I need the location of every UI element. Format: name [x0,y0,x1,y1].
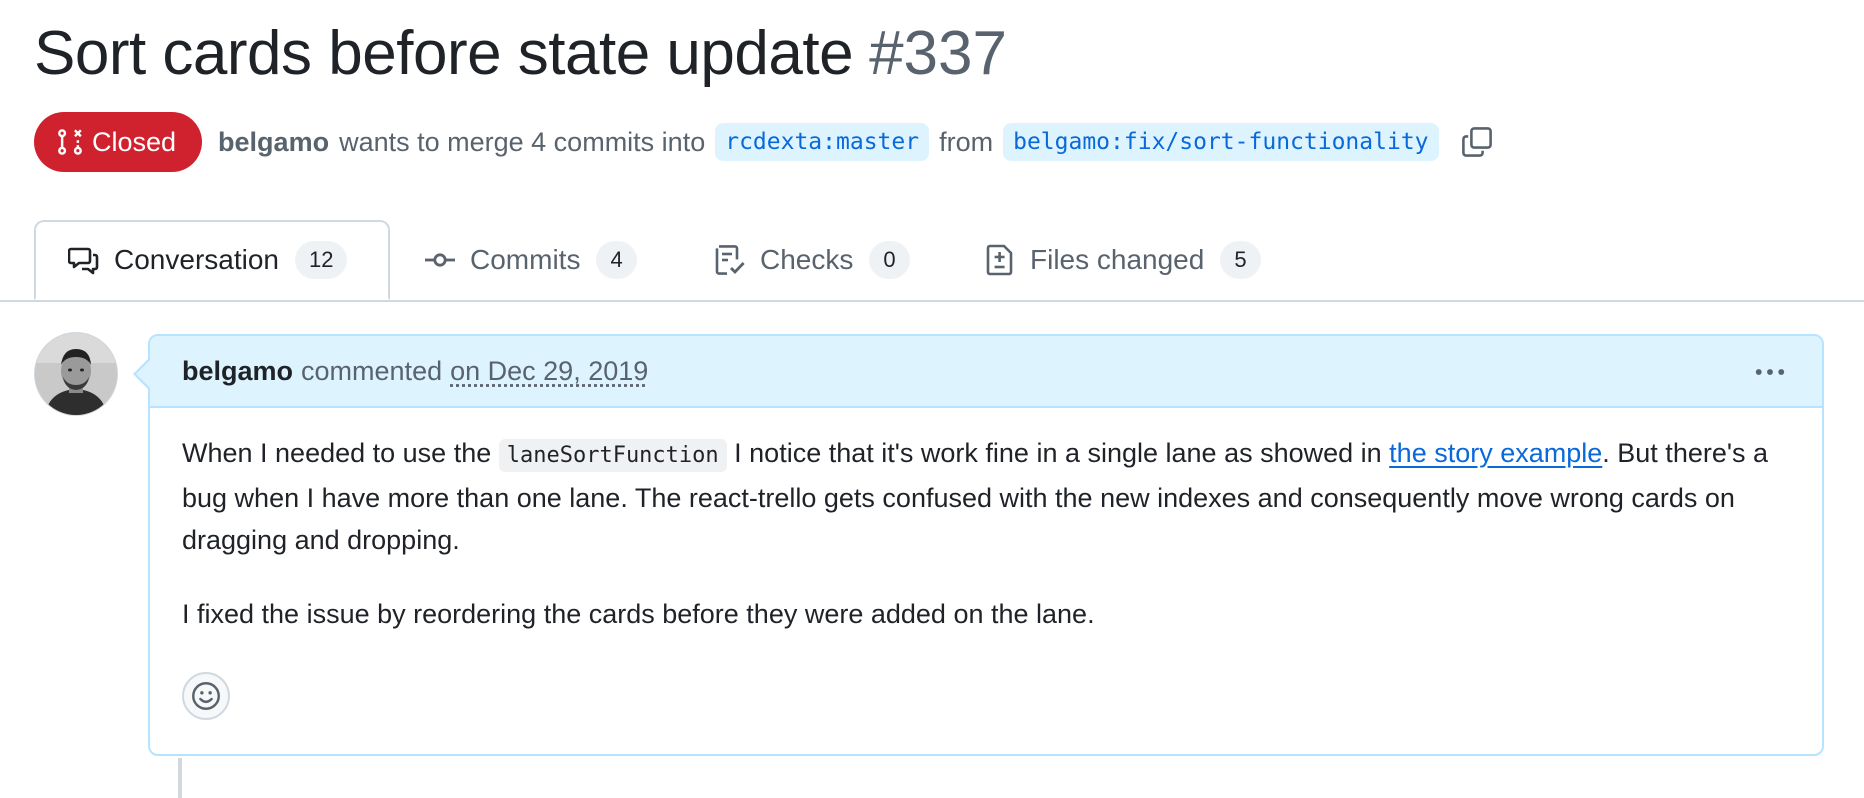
copy-icon [1461,127,1492,157]
pr-title-row: Sort cards before state update #337 [34,18,1007,89]
tab-checks-label: Checks [760,244,854,275]
tab-files-changed-count: 5 [1220,241,1261,279]
comment-action: commented [301,355,443,386]
git-commit-icon [425,253,455,267]
tab-conversation-count: 12 [294,241,348,279]
tab-conversation-label: Conversation [114,244,279,275]
comment-date-link[interactable]: on Dec 29, 2019 [450,356,648,387]
pr-meta: Closed belgamo wants to merge 4 commits … [34,112,1493,172]
head-branch[interactable]: belgamo:fix/sort-functionality [1003,123,1439,161]
tab-files-changed[interactable]: Files changed 5 [984,220,1261,300]
comment-header: belgamo commented on Dec 29, 2019 [150,336,1822,408]
pr-title: Sort cards before state update [34,19,854,88]
comment-body: When I needed to use the laneSortFunctio… [182,432,1792,667]
comment-paragraph-2: I fixed the issue by reordering the card… [182,599,1095,629]
git-pull-request-closed-icon [58,129,82,155]
comment-box: belgamo commented on Dec 29, 2019 When I… [148,334,1824,756]
comment-text: When I needed to use the [182,438,499,468]
tab-commits-label: Commits [470,244,581,275]
smiley-icon [192,682,220,710]
avatar-image [35,333,117,415]
comment-author-link[interactable]: belgamo [182,356,293,387]
pr-tabs: Conversation 12 Commits 4 Checks 0 Files… [0,220,1864,302]
comment-paragraph-1: When I needed to use the laneSortFunctio… [182,432,1792,561]
comment-arrow-inner [136,360,150,388]
state-badge: Closed [34,112,203,172]
inline-code: laneSortFunction [498,439,727,472]
story-example-link[interactable]: the story example [1389,438,1602,468]
merge-text: wants to merge 4 commits into [339,126,706,157]
state-label: Closed [92,126,177,157]
timeline-line [178,758,182,798]
comment-discussion-icon [68,247,99,275]
tab-commits-count: 4 [596,241,637,279]
comment-options-button[interactable] [1752,354,1788,397]
tab-commits[interactable]: Commits 4 [424,220,637,300]
tab-files-changed-label: Files changed [1030,244,1205,275]
from-text: from [939,126,994,157]
comment-text: I notice that it's work fine in a single… [726,438,1390,468]
tab-checks[interactable]: Checks 0 [714,220,910,300]
tab-conversation[interactable]: Conversation 12 [34,220,390,300]
tab-checks-count: 0 [869,241,910,279]
pr-number: #337 [869,19,1008,88]
pr-author-link[interactable]: belgamo [218,127,329,158]
checklist-icon [715,245,745,275]
file-diff-icon [986,244,1013,276]
add-reaction-button[interactable] [182,672,230,720]
kebab-horizontal-icon [1755,369,1785,375]
avatar[interactable] [34,332,118,416]
base-branch[interactable]: rcdexta:master [715,123,930,161]
copy-branch-button[interactable] [1461,126,1493,158]
